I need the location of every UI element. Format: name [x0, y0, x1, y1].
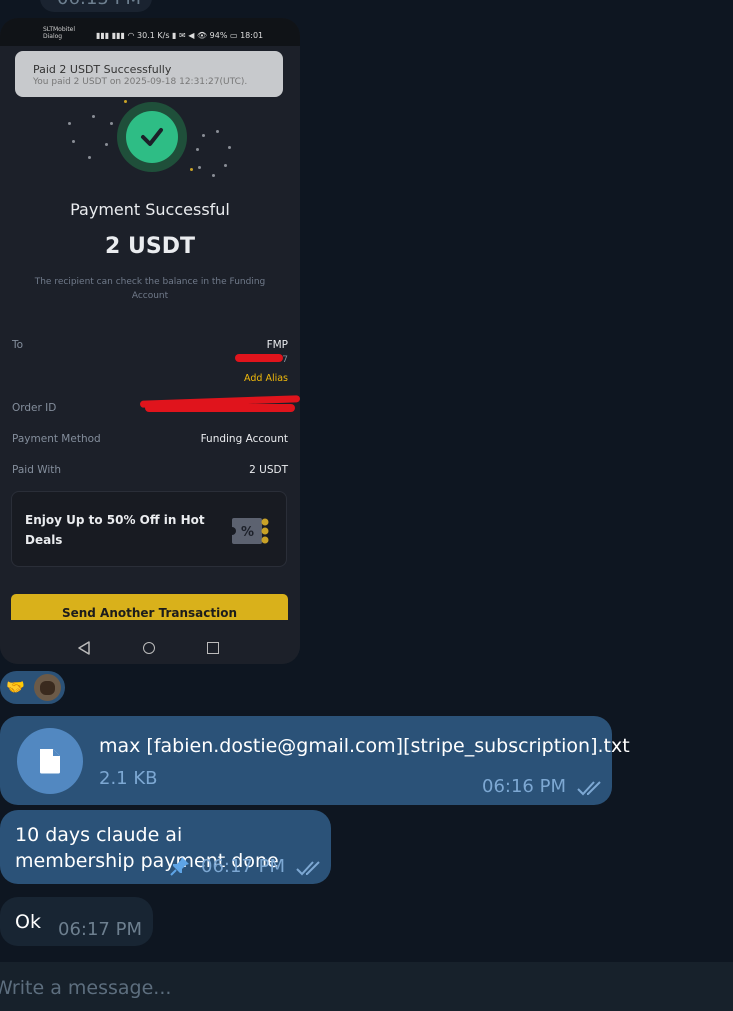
redaction-mark	[145, 404, 295, 412]
nav-home-icon[interactable]	[143, 642, 155, 654]
battery-icon: ▭	[229, 31, 238, 40]
paid-with-label: Paid With	[12, 464, 62, 476]
order-id-label: Order ID	[12, 402, 57, 414]
status-icons: ▮ ✉ ◀ 👁	[172, 31, 208, 40]
promo-banner[interactable]: Enjoy Up to 50% Off in Hot Deals %	[11, 491, 287, 567]
text-message-bubble[interactable]: 10 days claude ai membership payment don…	[0, 810, 331, 884]
message-composer	[0, 962, 733, 1011]
android-nav-bar	[0, 620, 300, 664]
nav-recent-icon[interactable]	[207, 642, 219, 654]
message-time: 06:16 PM	[482, 776, 566, 797]
payment-toast: Paid 2 USDT Successfully You paid 2 USDT…	[15, 51, 283, 97]
message-time: 06:17 PM	[58, 919, 142, 940]
payment-method-label: Payment Method	[12, 433, 101, 445]
phone-status-bar: SLTMobitel Dialog ▮▮▮ ▮▮▮ ◠ 30.1 K/s ▮ ✉…	[0, 18, 300, 46]
payment-screenshot-image[interactable]: SLTMobitel Dialog ▮▮▮ ▮▮▮ ◠ 30.1 K/s ▮ ✉…	[0, 18, 300, 664]
payment-amount: 2 USDT	[105, 234, 195, 259]
double-check-icon	[296, 861, 320, 876]
check-icon	[141, 128, 163, 146]
send-another-transaction-button[interactable]: Send Another Transaction	[11, 594, 288, 620]
redaction-mark	[235, 354, 283, 362]
to-value: FMP	[266, 339, 288, 351]
svg-text:%: %	[241, 525, 254, 540]
nav-back-icon[interactable]	[78, 641, 90, 655]
previous-message-time: 06:15 PM	[57, 0, 141, 9]
file-size: 2.1 KB	[99, 768, 158, 789]
toast-title: Paid 2 USDT Successfully	[33, 63, 172, 76]
file-message-bubble[interactable]: max [fabien.dostie@gmail.com][stripe_sub…	[0, 716, 630, 805]
coupon-icon: %	[230, 518, 269, 544]
payment-method-value: Funding Account	[200, 433, 288, 445]
payment-status-title: Payment Successful	[70, 200, 230, 219]
payment-note: The recipient can check the balance in t…	[34, 277, 266, 301]
promo-text: Enjoy Up to 50% Off in Hot Deals	[25, 513, 205, 547]
handshake-emoji: 🤝	[6, 678, 25, 696]
pin-icon	[170, 857, 189, 876]
battery-level: 94%	[209, 31, 228, 40]
signal-icon: ▮▮▮ ▮▮▮ ◠	[96, 31, 135, 40]
file-name[interactable]: max [fabien.dostie@gmail.com][stripe_sub…	[99, 735, 630, 757]
network-speed: 30.1 K/s	[137, 31, 170, 40]
message-time: 06:17 PM	[201, 856, 285, 877]
add-alias-link[interactable]: Add Alias	[244, 373, 288, 384]
message-text: Ok	[15, 911, 41, 933]
reactor-avatar	[34, 674, 61, 701]
to-id-partial: 7	[282, 355, 288, 365]
to-label: To	[12, 339, 24, 351]
toast-subtitle: You paid 2 USDT on 2025-09-18 12:31:27(U…	[33, 77, 248, 87]
success-check-badge	[117, 102, 187, 172]
file-download-button[interactable]	[17, 728, 83, 794]
file-icon	[40, 749, 60, 774]
incoming-message-bubble[interactable]: Ok 06:17 PM	[0, 897, 153, 946]
carrier-names: SLTMobitel Dialog	[43, 26, 76, 40]
message-input[interactable]	[0, 972, 716, 1004]
status-indicators: ▮▮▮ ▮▮▮ ◠ 30.1 K/s ▮ ✉ ◀ 👁 94% ▭ 18:01	[96, 31, 263, 40]
double-check-icon	[577, 781, 601, 796]
message-reaction[interactable]: 🤝	[0, 671, 65, 704]
paid-with-value: 2 USDT	[249, 464, 288, 476]
phone-clock: 18:01	[240, 31, 264, 40]
